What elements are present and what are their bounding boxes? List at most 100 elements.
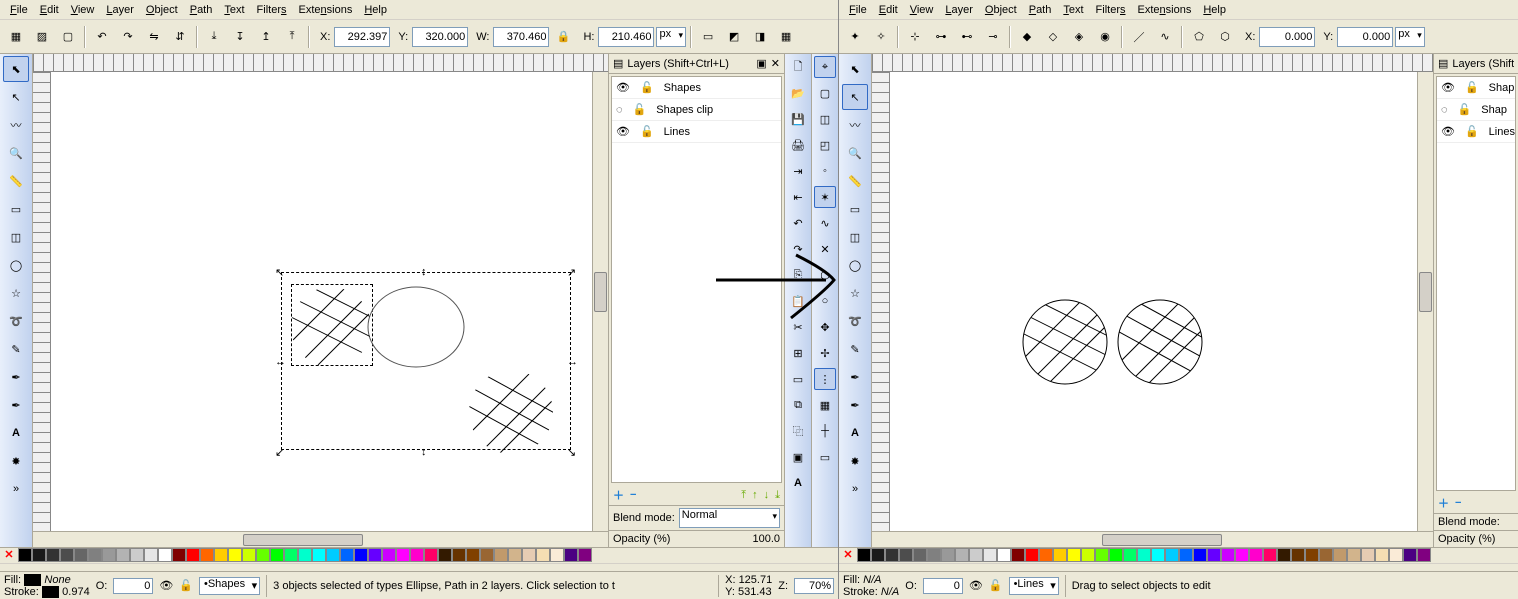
color-swatch[interactable] (1319, 548, 1333, 562)
flip-h-button[interactable]: ⇋ (142, 25, 166, 49)
color-swatch[interactable] (1053, 548, 1067, 562)
obj-to-path-button[interactable]: ⬠ (1187, 25, 1211, 49)
menu-view[interactable]: View (65, 2, 101, 18)
menu-view[interactable]: View (904, 2, 940, 18)
no-color-swatch[interactable]: ✕ (0, 548, 18, 563)
color-swatch[interactable] (941, 548, 955, 562)
snap-enable-button[interactable]: ⌖ (814, 56, 836, 78)
pen-tool[interactable]: ✒︎ (3, 392, 29, 418)
color-swatch[interactable] (480, 548, 494, 562)
layer-name[interactable]: Shap (1481, 104, 1507, 116)
scrollbar-horizontal[interactable] (872, 531, 1433, 547)
tweak-tool[interactable]: 〰 (3, 112, 29, 138)
join-seg-button[interactable]: ⊷ (955, 25, 979, 49)
h-input[interactable] (598, 27, 654, 47)
remove-layer-button[interactable]: − (630, 489, 636, 501)
no-color-swatch[interactable]: ✕ (839, 548, 857, 563)
star-tool[interactable]: ☆ (3, 280, 29, 306)
color-palette[interactable]: ✕ (839, 547, 1518, 563)
x-input[interactable] (334, 27, 390, 47)
menu-extensions[interactable]: Extensions (1132, 2, 1198, 18)
layer-row[interactable]: 👁🔓Shap (1437, 77, 1515, 99)
zoom-input[interactable] (794, 578, 834, 594)
pencil-tool[interactable]: ✎ (3, 336, 29, 362)
layer-row[interactable]: ◌🔓Shap (1437, 99, 1515, 121)
layer-top-button[interactable]: ⤒ (741, 489, 746, 502)
opacity-input[interactable] (923, 578, 963, 594)
eye-icon[interactable]: ◌ (1441, 104, 1448, 116)
color-swatch[interactable] (1333, 548, 1347, 562)
color-swatch[interactable] (1095, 548, 1109, 562)
ruler-horizontal[interactable] (33, 54, 608, 72)
raise-top-button[interactable]: ⤒ (280, 25, 304, 49)
color-swatch[interactable] (242, 548, 256, 562)
color-swatch[interactable] (228, 548, 242, 562)
menu-file[interactable]: File (4, 2, 34, 18)
eye-icon[interactable]: 👁 (159, 579, 173, 592)
scrollbar-vertical[interactable] (1417, 72, 1433, 531)
spray-tool[interactable]: ✸ (842, 448, 868, 474)
color-swatch[interactable] (1249, 548, 1263, 562)
add-layer-button[interactable]: ＋ (1438, 495, 1449, 511)
color-swatch[interactable] (536, 548, 550, 562)
rect-tool[interactable]: ▭ (3, 196, 29, 222)
blend-select[interactable]: Normal (679, 508, 780, 528)
deselect-button[interactable]: ▢ (56, 25, 80, 49)
color-swatch[interactable] (200, 548, 214, 562)
break-node-button[interactable]: ⊹ (903, 25, 927, 49)
join-node-button[interactable]: ⊶ (929, 25, 953, 49)
units-select[interactable]: px (1395, 27, 1425, 47)
color-swatch[interactable] (88, 548, 102, 562)
text-tool[interactable]: A (842, 420, 868, 446)
menu-object[interactable]: Object (979, 2, 1023, 18)
lock-icon[interactable]: 🔓 (1465, 125, 1479, 138)
delete-node-button[interactable]: ✧ (869, 25, 893, 49)
calligraphy-tool[interactable]: ✒ (842, 364, 868, 390)
selector-tool[interactable]: ⬉ (842, 56, 868, 82)
color-swatch[interactable] (382, 548, 396, 562)
color-swatch[interactable] (256, 548, 270, 562)
color-swatch[interactable] (32, 548, 46, 562)
print-button[interactable]: 🖨 (787, 134, 809, 156)
color-swatch[interactable] (410, 548, 424, 562)
color-swatch[interactable] (997, 548, 1011, 562)
color-swatch[interactable] (899, 548, 913, 562)
clone-button[interactable]: ⿻ (787, 420, 809, 442)
layers-min-icon[interactable]: ▣ (756, 57, 766, 70)
ruler-horizontal[interactable] (872, 54, 1433, 72)
canvas[interactable] (890, 72, 1417, 531)
color-swatch[interactable] (60, 548, 74, 562)
layer-select[interactable]: •Shapes (199, 577, 260, 595)
snap-rotation-button[interactable]: ✢ (814, 342, 836, 364)
affect-stroke-button[interactable]: ▭ (696, 25, 720, 49)
color-swatch[interactable] (1305, 548, 1319, 562)
snap-midpoint-button[interactable]: ◦ (814, 160, 836, 182)
snap-grid-button[interactable]: ▦ (814, 394, 836, 416)
menu-text[interactable]: Text (1057, 2, 1089, 18)
auto-button[interactable]: ◉ (1093, 25, 1117, 49)
layer-name[interactable]: Shapes clip (656, 104, 713, 116)
menu-object[interactable]: Object (140, 2, 184, 18)
eye-icon[interactable]: 👁 (1441, 125, 1455, 138)
color-swatch[interactable] (368, 548, 382, 562)
layer-name[interactable]: Shap (1489, 82, 1515, 94)
snap-others-button[interactable]: ⋮ (814, 368, 836, 390)
eye-icon[interactable]: 👁 (1441, 81, 1455, 94)
line-button[interactable]: ／ (1127, 25, 1151, 49)
rotate-ccw-button[interactable]: ↶ (90, 25, 114, 49)
color-swatch[interactable] (74, 548, 88, 562)
color-swatch[interactable] (270, 548, 284, 562)
open-button[interactable]: 📂 (787, 82, 809, 104)
menu-path[interactable]: Path (184, 2, 219, 18)
layer-name[interactable]: Lines (664, 126, 690, 138)
ruler-vertical[interactable] (872, 72, 890, 531)
layer-row[interactable]: 👁🔓Lines (612, 121, 781, 143)
text-tool[interactable]: A (3, 420, 29, 446)
color-swatch[interactable] (1011, 548, 1025, 562)
color-swatch[interactable] (1165, 548, 1179, 562)
lock-icon[interactable]: 🔓 (633, 103, 647, 116)
color-swatch[interactable] (1375, 548, 1389, 562)
scrollbar-horizontal[interactable] (33, 531, 608, 547)
calligraphy-tool[interactable]: ✒ (3, 364, 29, 390)
export-button[interactable]: ⇤ (787, 186, 809, 208)
